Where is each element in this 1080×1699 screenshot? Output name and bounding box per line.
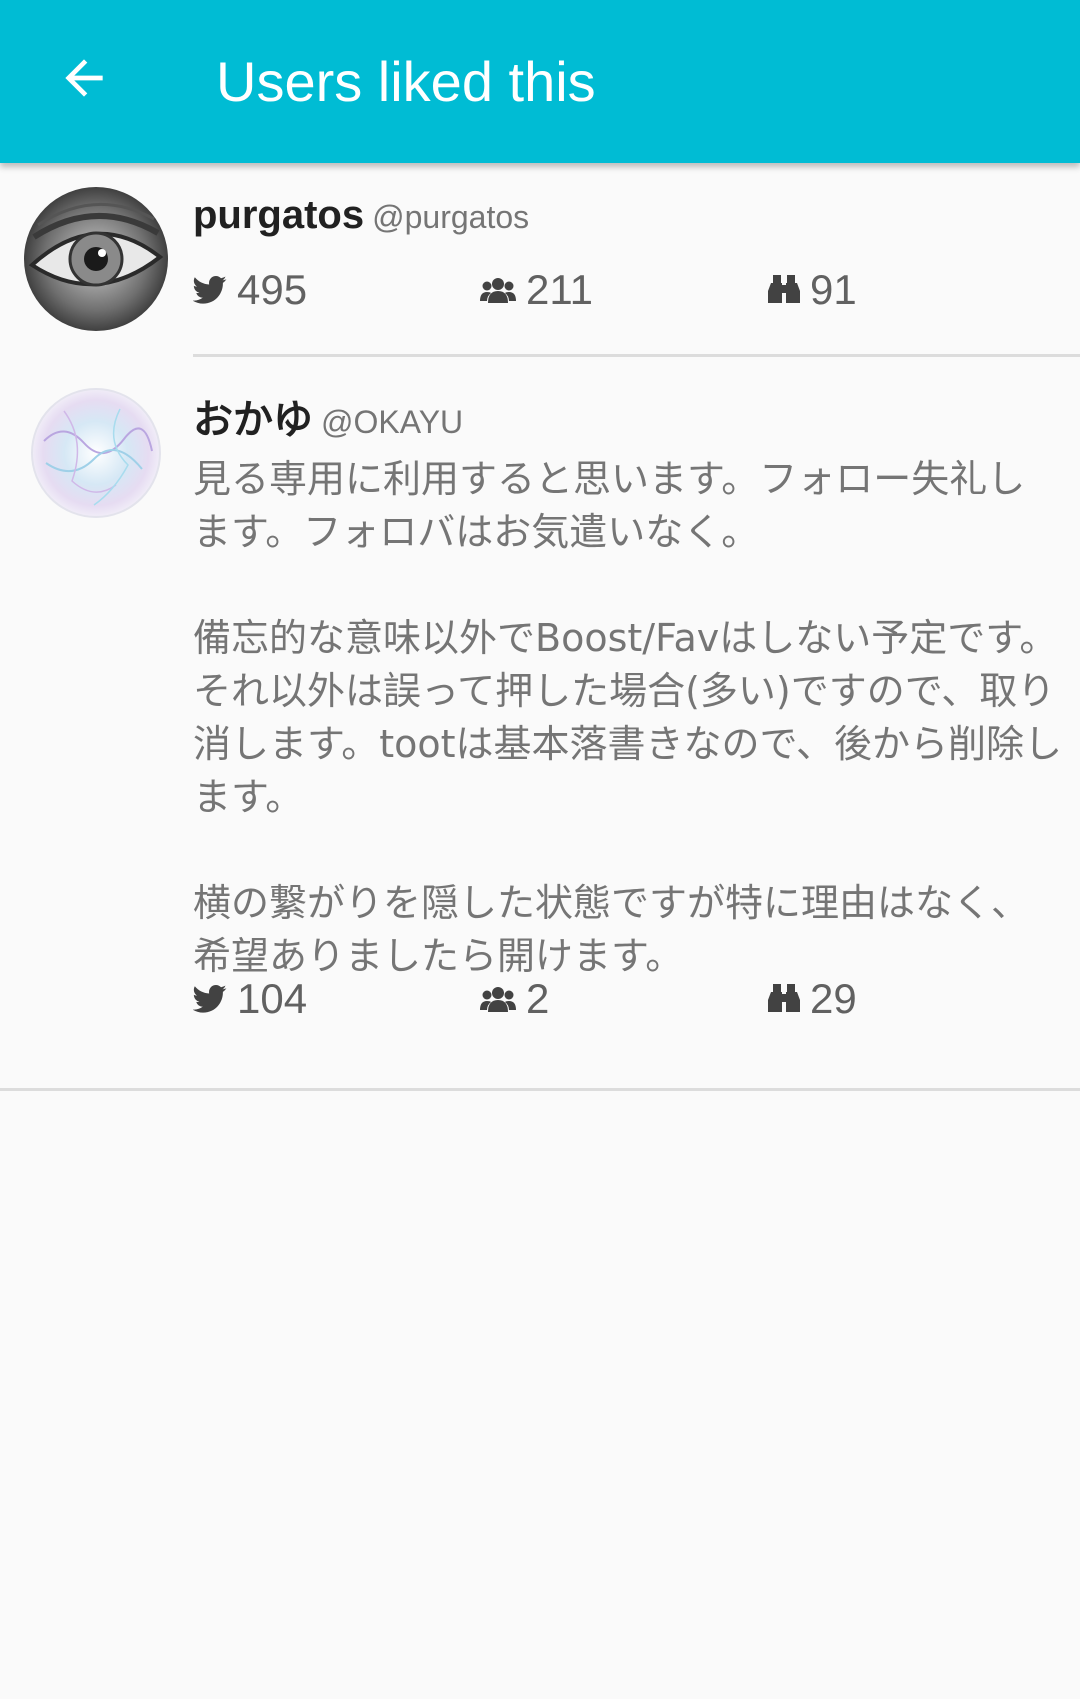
display-name: purgatos bbox=[193, 193, 365, 237]
user-stats: 104 2 29 bbox=[193, 969, 1053, 1029]
arrow-left-icon bbox=[65, 59, 103, 97]
display-name: おかゆ bbox=[193, 398, 313, 442]
users-group-icon bbox=[480, 278, 516, 303]
following-count: 211 bbox=[480, 260, 593, 320]
list-item[interactable]: purgatos @purgatos 495 211 91 bbox=[0, 163, 1080, 356]
avatar[interactable] bbox=[24, 187, 168, 331]
followers-count: 29 bbox=[768, 969, 857, 1029]
followers-count: 91 bbox=[768, 260, 857, 320]
users-group-icon bbox=[480, 987, 516, 1012]
app-bar: Users liked this bbox=[0, 0, 1080, 163]
page-title: Users liked this bbox=[216, 50, 596, 113]
statuses-count: 495 bbox=[193, 260, 307, 320]
followers-value: 91 bbox=[810, 266, 857, 313]
name-line: purgatos @purgatos bbox=[193, 193, 529, 238]
following-count: 2 bbox=[480, 969, 549, 1029]
account-handle: @OKAYU bbox=[321, 404, 464, 440]
statuses-count: 104 bbox=[193, 969, 307, 1029]
list-item[interactable]: おかゆ @OKAYU 見る専用に利用すると思います。フォロー失礼します。フォロバは… bbox=[0, 357, 1080, 1253]
user-stats: 495 211 91 bbox=[193, 260, 1053, 320]
binoculars-icon bbox=[768, 275, 800, 303]
back-button[interactable] bbox=[44, 38, 124, 118]
name-line: おかゆ @OKAYU bbox=[193, 387, 463, 445]
following-value: 2 bbox=[526, 975, 550, 1022]
following-value: 211 bbox=[526, 266, 593, 313]
divider bbox=[0, 1088, 1080, 1091]
account-handle: @purgatos bbox=[372, 199, 530, 235]
twitter-bird-icon bbox=[193, 275, 227, 304]
statuses-value: 495 bbox=[237, 266, 308, 313]
user-note: 見る専用に利用すると思います。フォロー失礼します。フォロバはお気遣いなく。 備忘… bbox=[193, 457, 1062, 978]
followers-value: 29 bbox=[810, 975, 857, 1022]
avatar[interactable] bbox=[24, 381, 168, 525]
statuses-value: 104 bbox=[237, 975, 308, 1022]
binoculars-icon bbox=[768, 984, 800, 1012]
twitter-bird-icon bbox=[193, 984, 227, 1013]
